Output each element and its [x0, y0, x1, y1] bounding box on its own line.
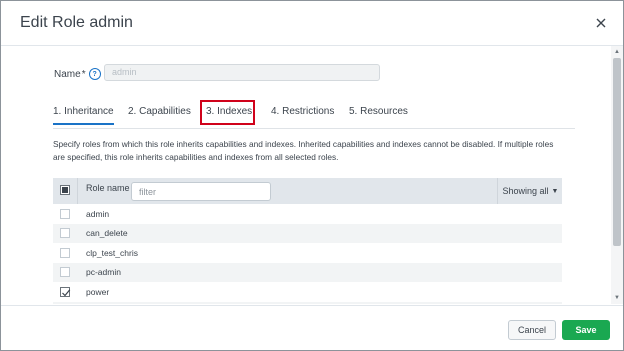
- tab-restrictions[interactable]: 4. Restrictions: [271, 106, 334, 123]
- table-row: can_delete: [53, 223, 562, 243]
- name-label-text: Name: [54, 68, 81, 80]
- header-divider: [77, 178, 78, 204]
- checkmark-icon: [62, 288, 71, 296]
- tab-bar: 1. Inheritance 2. Capabilities 3. Indexe…: [53, 106, 575, 129]
- inheritance-description: Specify roles from which this role inher…: [53, 139, 554, 162]
- tab-inheritance[interactable]: 1. Inheritance: [53, 106, 114, 125]
- table-row: admin: [53, 204, 562, 224]
- role-name: clp_test_chris: [86, 247, 138, 258]
- role-name-header: Role name: [86, 183, 130, 193]
- scroll-down-icon[interactable]: ▼: [613, 294, 621, 302]
- role-name: pc-admin: [86, 267, 121, 277]
- table-row-partial: [53, 301, 562, 304]
- scroll-thumb[interactable]: [613, 58, 621, 246]
- dialog-title: Edit Role admin: [20, 14, 133, 31]
- dialog-header: Edit Role admin: [1, 1, 623, 46]
- table-row: power: [53, 282, 562, 302]
- table-row: pc-admin: [53, 262, 562, 282]
- edit-role-dialog: Edit Role admin Name * ? admin 1. Inheri…: [0, 0, 624, 351]
- tab-capabilities[interactable]: 2. Capabilities: [128, 106, 191, 123]
- tab-resources[interactable]: 5. Resources: [349, 106, 408, 123]
- close-icon[interactable]: [591, 13, 611, 33]
- row-checkbox[interactable]: [60, 247, 70, 258]
- required-mark: *: [81, 68, 86, 80]
- row-checkbox[interactable]: [60, 208, 70, 219]
- role-name: power: [86, 286, 110, 297]
- filter-input[interactable]: [131, 182, 271, 201]
- row-checkbox[interactable]: [60, 228, 70, 238]
- save-button[interactable]: Save: [562, 320, 610, 340]
- row-checkbox[interactable]: [60, 267, 70, 277]
- row-checkbox-checked[interactable]: [60, 286, 71, 297]
- dialog-footer: Cancel Save: [1, 305, 623, 350]
- name-field: admin: [104, 64, 380, 81]
- scrollbar[interactable]: ▲ ▼: [611, 46, 623, 304]
- name-label: Name * ?: [54, 68, 101, 80]
- roles-table: Role name Showing all ▼ admin can_delete…: [53, 178, 562, 304]
- scroll-up-icon[interactable]: ▲: [613, 48, 621, 56]
- role-name: admin: [86, 208, 110, 219]
- indexes-tab-highlight: [200, 100, 255, 125]
- caret-down-icon: ▼: [551, 187, 559, 195]
- dialog-body: Name * ? admin 1. Inheritance 2. Capabil…: [1, 46, 611, 304]
- table-header: Role name Showing all ▼: [53, 178, 562, 204]
- help-icon[interactable]: ?: [88, 68, 101, 80]
- showing-all-dropdown[interactable]: Showing all ▼: [497, 178, 563, 204]
- cancel-button[interactable]: Cancel: [508, 320, 556, 340]
- role-name: can_delete: [86, 228, 128, 238]
- select-all-checkbox[interactable]: [60, 185, 70, 195]
- table-row: clp_test_chris: [53, 243, 562, 263]
- showing-all-label: Showing all: [502, 186, 549, 196]
